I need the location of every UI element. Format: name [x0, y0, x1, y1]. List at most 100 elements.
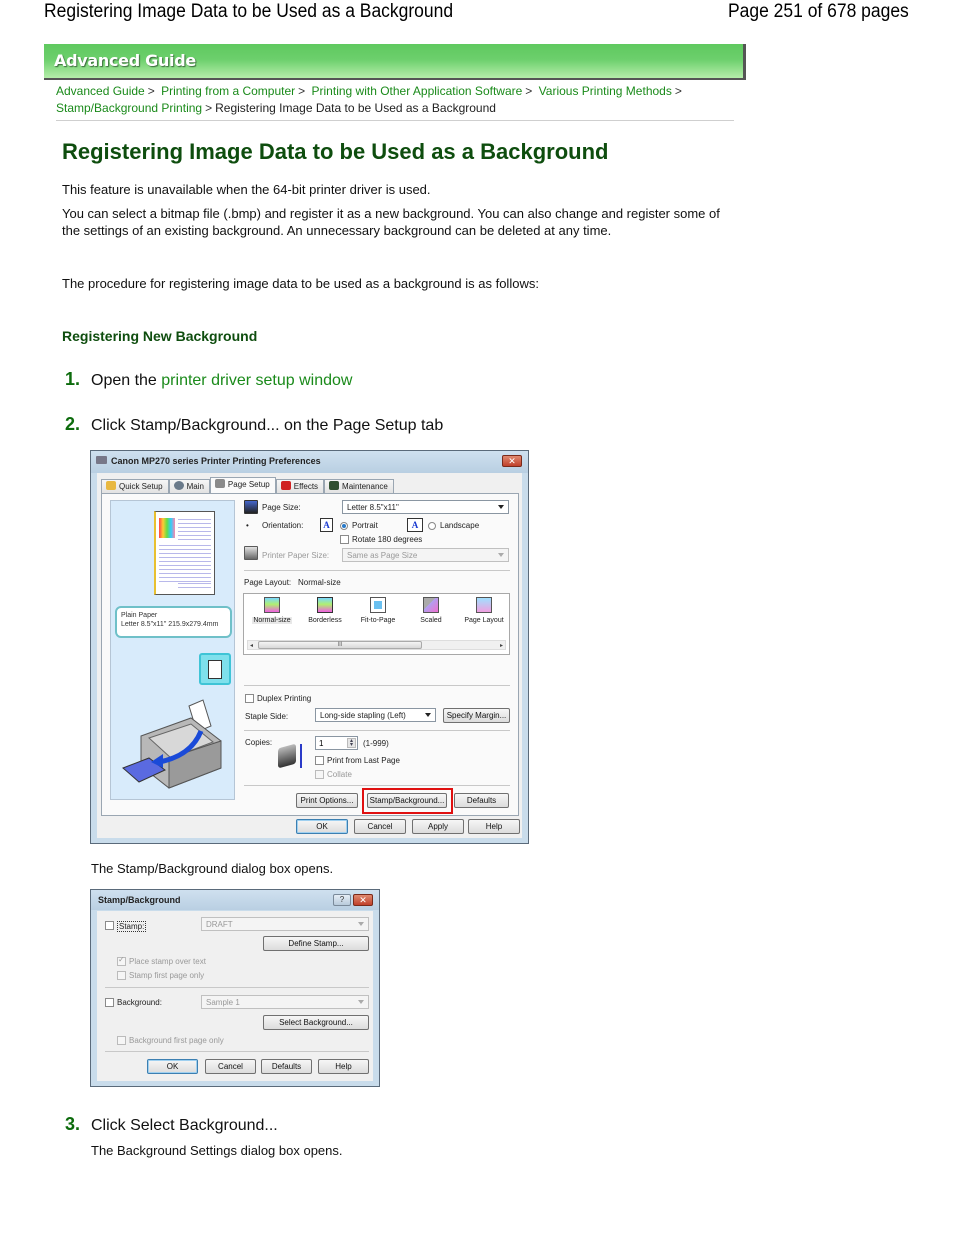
help-icon[interactable]: ? — [333, 894, 351, 906]
dialog-title: Canon MP270 series Printer Printing Pref… — [111, 456, 321, 466]
apply-button[interactable]: Apply — [412, 819, 464, 834]
chevron-down-icon — [425, 713, 431, 717]
tab-page-setup[interactable]: Page Setup — [209, 477, 276, 494]
step-text: Click Stamp/Background... on the Page Se… — [91, 417, 444, 434]
spin-up-down-icon[interactable]: ▴ ▾ — [347, 738, 356, 748]
rotate-180-checkbox[interactable] — [340, 535, 349, 544]
define-stamp-button[interactable]: Define Stamp... — [263, 936, 369, 951]
background-checkbox[interactable] — [105, 998, 114, 1007]
scroll-left-icon[interactable]: ◂ — [250, 642, 253, 649]
tab-quick-setup[interactable]: Quick Setup — [101, 479, 169, 493]
separator — [244, 785, 510, 786]
copies-label: Copies: — [245, 738, 273, 747]
collate-label: Collate — [327, 770, 352, 779]
copies-value: 1 — [319, 739, 324, 748]
copies-stack-icon — [278, 743, 296, 769]
quick-setup-icon — [106, 481, 116, 490]
printer-driver-setup-link[interactable]: printer driver setup window — [161, 372, 352, 389]
scrollbar-thumb[interactable]: III — [258, 641, 422, 649]
breadcrumb-printing-other-software[interactable]: Printing with Other Application Software — [312, 84, 523, 98]
step-number: 1. — [65, 369, 81, 389]
tab-maintenance[interactable]: Maintenance — [324, 479, 394, 493]
close-icon[interactable]: ✕ — [353, 894, 373, 906]
breadcrumb-advanced-guide[interactable]: Advanced Guide — [56, 84, 145, 98]
main-icon — [173, 481, 184, 490]
stamp-checkbox[interactable] — [105, 921, 114, 930]
specify-margin-button[interactable]: Specify Margin... — [443, 708, 510, 723]
defaults-button[interactable]: Defaults — [261, 1059, 312, 1074]
help-button[interactable]: Help — [318, 1059, 369, 1074]
layout-horizontal-scrollbar[interactable]: ◂ III ▸ — [247, 640, 506, 650]
printer-paper-size-label: Printer Paper Size: — [262, 551, 330, 560]
separator — [244, 685, 510, 686]
step-text: Open the — [91, 372, 162, 389]
step-3: 3. Click Select Background... — [65, 1114, 278, 1135]
landscape-radio[interactable] — [428, 522, 436, 530]
collate-checkbox[interactable] — [315, 770, 324, 779]
normal-size-icon — [264, 597, 280, 613]
stamp-select[interactable]: DRAFT — [201, 917, 369, 931]
preview-lines — [159, 542, 211, 582]
tab-label: Maintenance — [342, 482, 388, 491]
breadcrumb-printing-from-computer[interactable]: Printing from a Computer — [161, 84, 295, 98]
background-first-page-checkbox[interactable] — [117, 1036, 126, 1045]
staple-side-value: Long-side stapling (Left) — [320, 711, 406, 720]
stamp-dialog-body: Stamp: DRAFT Define Stamp... ✓ Place sta… — [97, 911, 373, 1081]
page-setup-icon — [214, 479, 225, 488]
page-layout-value: Normal-size — [298, 578, 341, 587]
paragraph-64bit-note: This feature is unavailable when the 64-… — [62, 182, 431, 197]
cancel-button[interactable]: Cancel — [205, 1059, 256, 1074]
background-select[interactable]: Sample 1 — [201, 995, 369, 1009]
print-from-last-page-checkbox[interactable] — [315, 756, 324, 765]
stamp-first-page-checkbox[interactable] — [117, 971, 126, 980]
staple-side-select[interactable]: Long-side stapling (Left) — [315, 708, 436, 722]
step-text: Click Select Background... — [91, 1117, 278, 1134]
breadcrumb-various-printing-methods[interactable]: Various Printing Methods — [539, 84, 672, 98]
paper-size: Letter 8.5"x11" 215.9x279.4mm — [121, 621, 219, 628]
place-over-text-label: Place stamp over text — [129, 957, 206, 966]
cancel-button[interactable]: Cancel — [354, 819, 406, 834]
tab-label: Effects — [293, 482, 319, 491]
scroll-grip: III — [337, 642, 343, 648]
stamp-background-highlight — [362, 788, 453, 814]
tab-main[interactable]: Main — [168, 479, 210, 493]
orientation-preview-icon — [199, 653, 231, 685]
select-background-button[interactable]: Select Background... — [263, 1015, 369, 1030]
help-glyph: ? — [339, 895, 345, 904]
layout-label: Scaled — [420, 617, 442, 624]
help-button[interactable]: Help — [468, 819, 520, 834]
chevron-down-icon — [498, 505, 504, 509]
duplex-printing-checkbox[interactable] — [245, 694, 254, 703]
background-settings-opens-note: The Background Settings dialog box opens… — [91, 1143, 343, 1158]
breadcrumb-separator: > — [205, 101, 213, 115]
ok-button[interactable]: OK — [296, 819, 348, 834]
portrait-icon: A — [320, 518, 333, 532]
layout-normal-size[interactable]: Normal-size — [246, 597, 298, 624]
copies-spinner[interactable]: 1 ▴ ▾ — [315, 736, 358, 750]
ok-button[interactable]: OK — [147, 1059, 198, 1074]
tab-effects[interactable]: Effects — [275, 479, 325, 493]
breadcrumb: Advanced Guide > Printing from a Computer… — [56, 83, 736, 117]
background-value: Sample 1 — [206, 998, 240, 1007]
stamp-first-page-label: Stamp first page only — [129, 971, 205, 980]
breadcrumb-separator: > — [147, 84, 155, 98]
page-setup-panel: Plain Paper Letter 8.5"x11" 215.9x279.4m… — [101, 493, 519, 816]
layout-page-layout[interactable]: Page Layout — [458, 597, 510, 624]
layout-scaled[interactable]: Scaled — [405, 597, 457, 624]
defaults-button[interactable]: Defaults — [454, 793, 509, 808]
paper-info-box: Plain Paper Letter 8.5"x11" 215.9x279.4m… — [115, 606, 232, 638]
place-over-text-checkbox[interactable]: ✓ — [117, 955, 126, 966]
layout-borderless[interactable]: Borderless — [299, 597, 351, 624]
duplex-printing-label: Duplex Printing — [257, 694, 312, 703]
tab-label: Main — [186, 482, 204, 491]
layout-label: Normal-size — [252, 617, 292, 624]
breadcrumb-stamp-background-printing[interactable]: Stamp/Background Printing — [56, 101, 202, 115]
paper-preview-thumbnail — [154, 511, 215, 595]
scroll-right-icon[interactable]: ▸ — [500, 642, 503, 649]
print-options-button[interactable]: Print Options... — [296, 793, 358, 808]
page-size-select[interactable]: Letter 8.5"x11" — [342, 500, 509, 514]
layout-fit-to-page[interactable]: Fit-to-Page — [352, 597, 404, 624]
printer-paper-size-select[interactable]: Same as Page Size — [342, 548, 509, 562]
close-icon[interactable]: ✕ — [502, 455, 522, 467]
portrait-radio[interactable] — [340, 522, 348, 530]
